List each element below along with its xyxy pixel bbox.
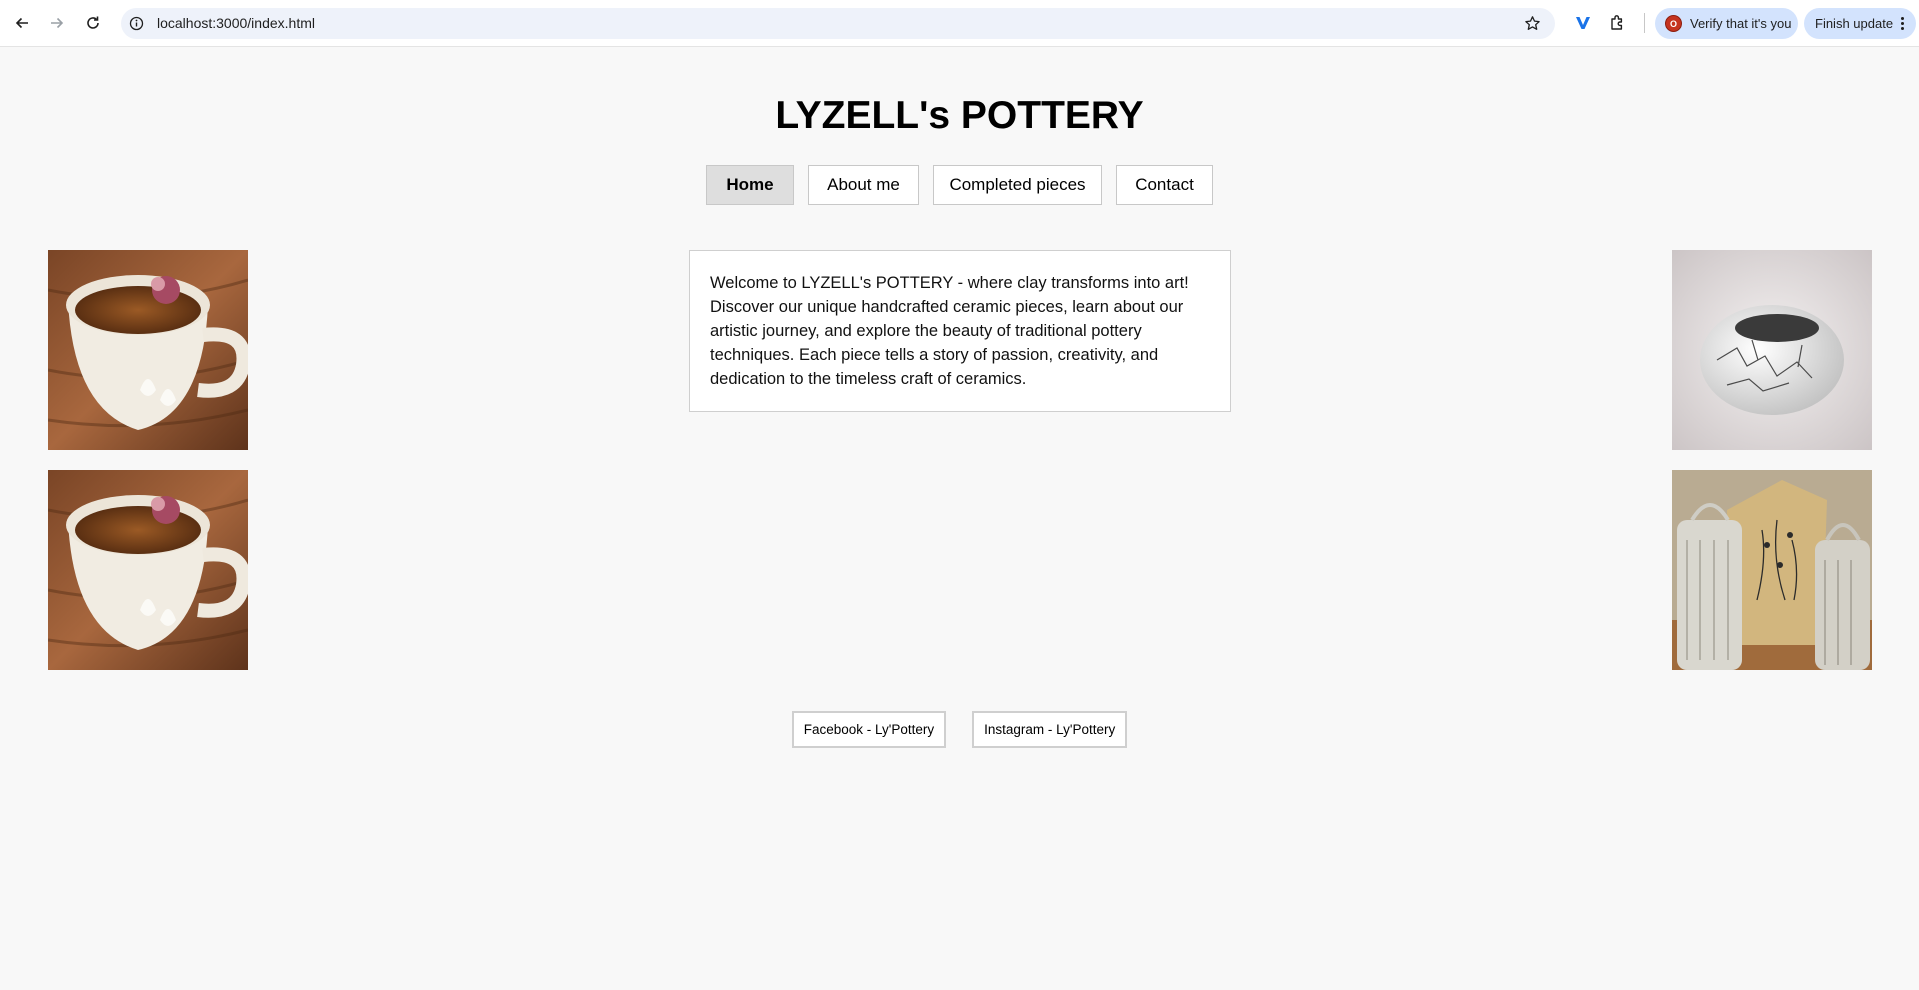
site-title: LYZELL's POTTERY bbox=[775, 94, 1144, 137]
jars-vase-photo bbox=[1672, 470, 1872, 670]
main-nav: Home About me Completed pieces Contact bbox=[0, 165, 1919, 205]
social-links: Facebook - Ly'Pottery Instagram - Ly'Pot… bbox=[0, 711, 1919, 748]
back-icon[interactable] bbox=[10, 11, 34, 35]
browser-toolbar: localhost:3000/index.html O Verify that … bbox=[0, 0, 1919, 47]
nav-completed-pieces-button[interactable]: Completed pieces bbox=[933, 165, 1102, 205]
site-info-icon[interactable] bbox=[129, 16, 144, 31]
raku-bowl-photo bbox=[1672, 250, 1872, 450]
nav-contact-button[interactable]: Contact bbox=[1116, 165, 1213, 205]
avatar: O bbox=[1665, 15, 1682, 32]
verify-identity-button[interactable]: O Verify that it's you bbox=[1655, 8, 1798, 39]
facebook-link-button[interactable]: Facebook - Ly'Pottery bbox=[791, 711, 947, 748]
finish-update-button[interactable]: Finish update bbox=[1804, 8, 1916, 39]
extensions-puzzle-icon[interactable] bbox=[1607, 12, 1629, 34]
more-menu-icon[interactable] bbox=[1901, 17, 1905, 30]
forward-icon[interactable] bbox=[45, 11, 69, 35]
teacup-photo bbox=[48, 470, 248, 670]
extension-v-icon[interactable] bbox=[1572, 12, 1594, 34]
teacup-photo bbox=[48, 250, 248, 450]
intro-text-box: Welcome to LYZELL's POTTERY - where clay… bbox=[689, 250, 1231, 412]
address-bar[interactable]: localhost:3000/index.html bbox=[121, 8, 1555, 39]
toolbar-divider bbox=[1644, 13, 1645, 33]
reload-icon[interactable] bbox=[81, 11, 105, 35]
address-url: localhost:3000/index.html bbox=[157, 15, 315, 31]
update-label: Finish update bbox=[1815, 16, 1894, 31]
bookmark-star-icon[interactable] bbox=[1524, 15, 1541, 32]
nav-home-button[interactable]: Home bbox=[706, 165, 794, 205]
nav-about-button[interactable]: About me bbox=[808, 165, 919, 205]
instagram-link-button[interactable]: Instagram - Ly'Pottery bbox=[972, 711, 1128, 748]
verify-label: Verify that it's you bbox=[1690, 16, 1792, 31]
